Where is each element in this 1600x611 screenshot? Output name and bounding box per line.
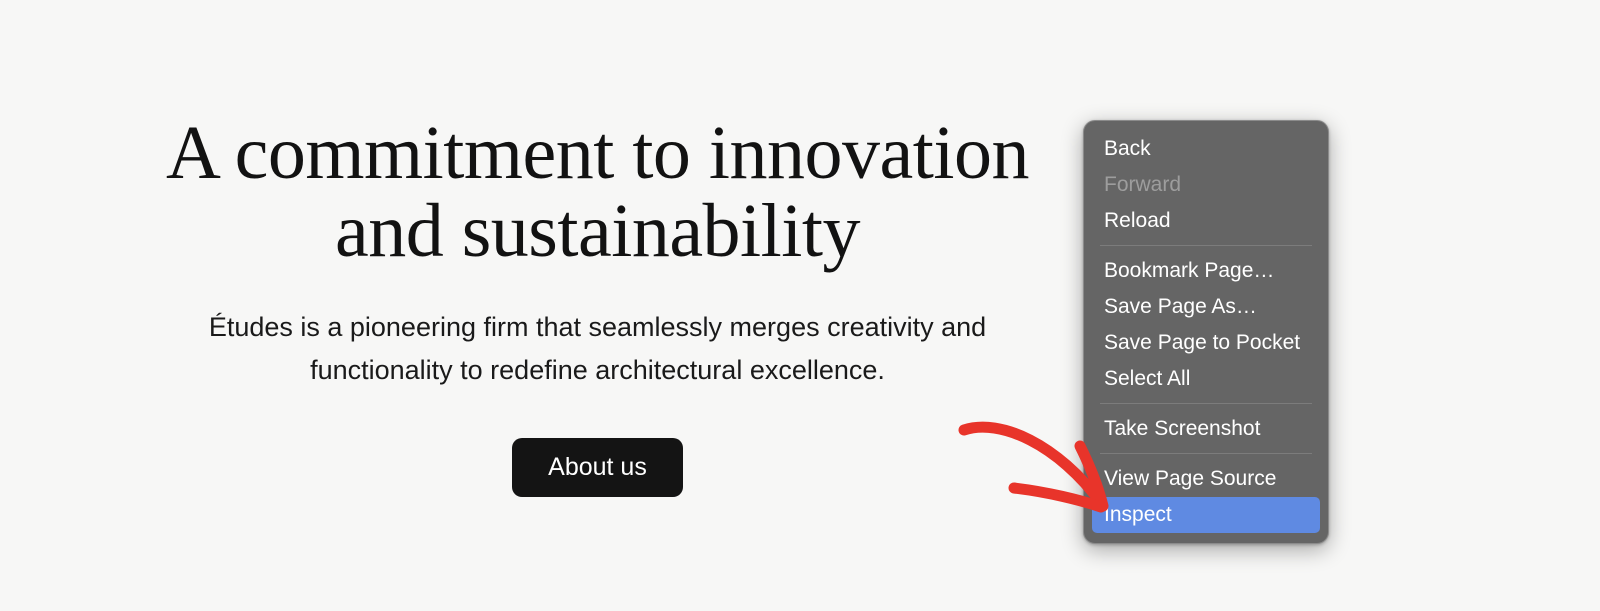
about-us-button[interactable]: About us xyxy=(512,438,683,498)
page-title: A commitment to innovation and sustainab… xyxy=(165,110,1030,273)
menu-separator xyxy=(1100,453,1312,454)
hero-subtitle: Études is a pioneering firm that seamles… xyxy=(208,312,987,386)
hero-section: A commitment to innovation and sustainab… xyxy=(0,0,1195,611)
menu-item-select-all[interactable]: Select All xyxy=(1092,361,1320,397)
menu-item-save-page-as[interactable]: Save Page As… xyxy=(1092,289,1320,325)
menu-item-save-page-to-pocket[interactable]: Save Page to Pocket xyxy=(1092,325,1320,361)
menu-item-take-screenshot[interactable]: Take Screenshot xyxy=(1092,411,1320,447)
menu-item-inspect[interactable]: Inspect xyxy=(1092,497,1320,533)
web-page-content: A commitment to innovation and sustainab… xyxy=(0,0,1600,611)
menu-separator xyxy=(1100,403,1312,404)
menu-item-bookmark-page[interactable]: Bookmark Page… xyxy=(1092,253,1320,289)
menu-item-back[interactable]: Back xyxy=(1092,131,1320,167)
menu-item-reload[interactable]: Reload xyxy=(1092,203,1320,239)
browser-context-menu[interactable]: Back Forward Reload Bookmark Page… Save Page… xyxy=(1083,120,1329,544)
menu-item-forward: Forward xyxy=(1104,173,1182,196)
menu-separator xyxy=(1100,245,1312,246)
menu-item-view-page-source[interactable]: View Page Source xyxy=(1092,461,1320,497)
